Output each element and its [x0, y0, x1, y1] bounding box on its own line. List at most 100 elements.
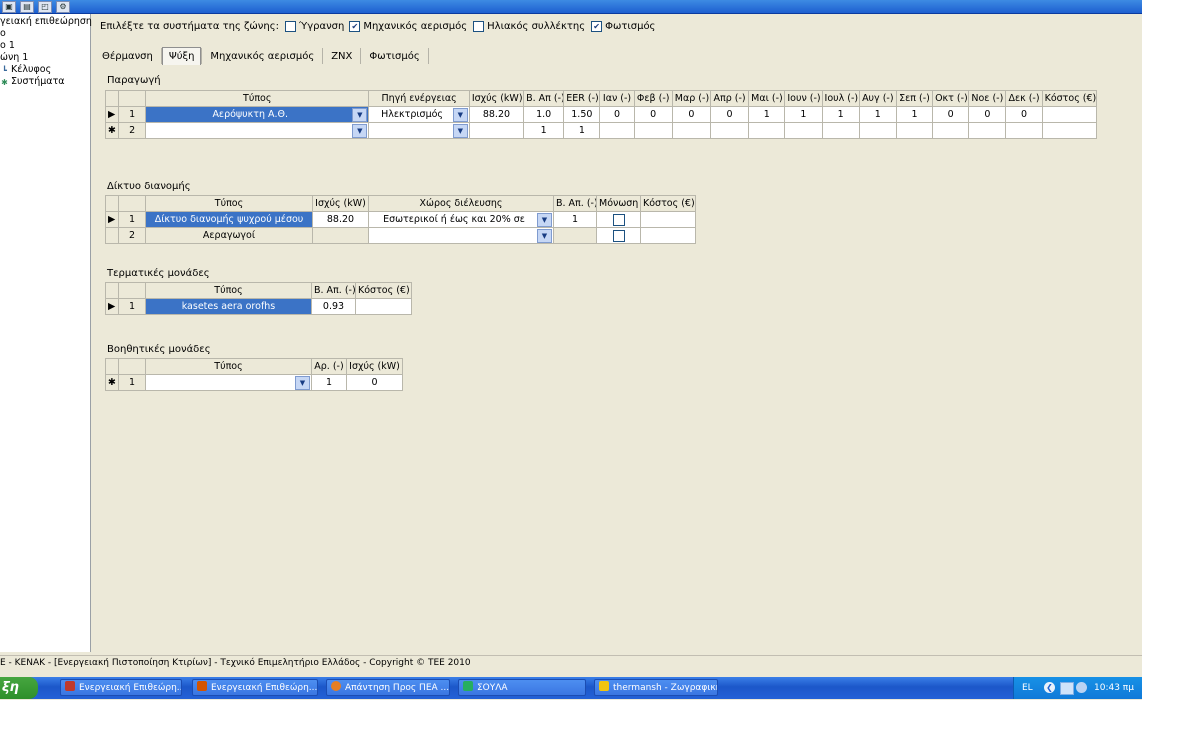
ba-cell[interactable] [553, 227, 597, 244]
month-cell[interactable] [895, 122, 934, 139]
chevron-down-icon[interactable]: ▼ [452, 124, 468, 138]
month-cell[interactable] [932, 122, 970, 139]
tab-lighting[interactable]: Φωτισμός [361, 49, 427, 64]
humidification-checkbox[interactable] [284, 21, 296, 32]
ba-cell[interactable]: 0.93 [311, 298, 356, 315]
column-header[interactable]: Ιαν (-) [599, 90, 635, 107]
network-icon[interactable] [1060, 682, 1074, 695]
preview-icon[interactable]: ◰ [38, 0, 52, 13]
tree-item-systems[interactable]: ✱ Συστήματα [0, 76, 64, 88]
column-header[interactable]: Β. Απ (-) [523, 90, 565, 107]
power-cell[interactable]: 0 [346, 374, 403, 391]
column-header[interactable]: Οκτ (-) [932, 90, 970, 107]
month-cell[interactable] [858, 122, 897, 139]
energy-source-dropdown[interactable]: Ηλεκτρισμός ▼ [368, 106, 470, 123]
save-icon[interactable]: ▤ [20, 0, 34, 13]
chevron-down-icon[interactable]: ▼ [452, 108, 468, 122]
taskbar-button[interactable]: thermansh - Ζωγραφική [594, 679, 718, 696]
month-cell[interactable]: 0 [968, 106, 1007, 123]
month-cell[interactable]: 0 [1005, 106, 1043, 123]
column-header[interactable]: Τύπος [145, 282, 312, 299]
month-cell[interactable] [633, 122, 673, 139]
auxiliary-units-grid[interactable]: Τύπος Αρ. (-) Ισχύς (kW) ✱ 1 ▼ 1 0 [105, 358, 403, 391]
type-cell[interactable]: Δίκτυο διανομής ψυχρού μέσου [145, 211, 313, 228]
column-header[interactable]: Μαι (-) [748, 90, 786, 107]
new-row-marker[interactable]: ✱ [105, 374, 119, 391]
month-cell[interactable]: 0 [709, 106, 750, 123]
tree-item-building-1[interactable]: ο 1 [0, 40, 15, 52]
month-cell[interactable]: 1 [821, 106, 860, 123]
chevron-down-icon[interactable]: ▼ [537, 229, 552, 243]
column-header[interactable]: Φεβ (-) [633, 90, 673, 107]
column-header[interactable]: Σεπ (-) [895, 90, 934, 107]
start-button[interactable]: ξη [0, 677, 38, 699]
table-row[interactable]: ✱ 1 ▼ 1 0 [105, 374, 403, 391]
month-cell[interactable] [599, 122, 635, 139]
month-cell[interactable]: 0 [671, 106, 711, 123]
passage-space-dropdown[interactable]: ▼ [368, 227, 554, 244]
ba-cell[interactable]: 1 [523, 122, 565, 139]
column-header[interactable]: Χώρος διέλευσης [368, 195, 554, 212]
taskbar-button[interactable]: Ενεργειακή Επιθεώρη... [192, 679, 318, 696]
passage-space-dropdown[interactable]: Εσωτερικοί ή έως και 20% σε ▼ [368, 211, 554, 228]
eer-cell[interactable]: 1.50 [563, 106, 601, 123]
column-header[interactable]: Ισχύς (kW) [346, 358, 403, 375]
month-cell[interactable]: 0 [633, 106, 673, 123]
cost-cell[interactable] [640, 211, 696, 228]
month-cell[interactable]: 1 [748, 106, 786, 123]
column-header[interactable]: Αρ. (-) [311, 358, 347, 375]
count-cell[interactable]: 1 [311, 374, 347, 391]
terminal-units-grid[interactable]: Τύπος Β. Απ. (-) Κόστος (€) ▶ 1 kasetes … [105, 282, 412, 315]
chevron-down-icon[interactable]: ▼ [352, 108, 368, 122]
tree-item-building[interactable]: ο [0, 28, 6, 40]
chevron-down-icon[interactable]: ▼ [537, 213, 552, 227]
column-header[interactable]: Ισχύς (kW) [312, 195, 369, 212]
month-cell[interactable] [671, 122, 711, 139]
column-header[interactable]: Β. Απ. (-) [311, 282, 356, 299]
month-cell[interactable] [1005, 122, 1043, 139]
table-row[interactable]: ▶ 1 Αερόψυκτη Α.Θ. ▼ Ηλεκτρισμός ▼ 88.20 1… [104, 106, 1098, 123]
column-header[interactable]: Μαρ (-) [671, 90, 711, 107]
month-cell[interactable]: 1 [895, 106, 934, 123]
row-marker[interactable]: ▶ [105, 211, 119, 228]
column-header[interactable]: Τύπος [145, 195, 313, 212]
tab-cooling[interactable]: Ψύξη [161, 47, 202, 65]
tree-item-envelope[interactable]: ┗ Κέλυφος [0, 64, 51, 76]
month-cell[interactable]: 0 [932, 106, 970, 123]
cost-cell[interactable] [355, 298, 412, 315]
tree-item-zone-1[interactable]: ώνη 1 [0, 52, 28, 64]
column-header[interactable]: Μόνωση [596, 195, 641, 212]
solar-collector-checkbox[interactable] [473, 21, 485, 32]
settings-icon[interactable]: ⚙ [56, 0, 70, 13]
month-cell[interactable] [709, 122, 750, 139]
chevron-down-icon[interactable]: ▼ [352, 124, 368, 138]
ba-cell[interactable]: 1 [553, 211, 597, 228]
month-cell[interactable] [748, 122, 786, 139]
row-marker[interactable]: ▶ [104, 106, 120, 123]
ba-cell[interactable]: 1.0 [523, 106, 565, 123]
insulation-checkbox[interactable] [612, 213, 625, 226]
tray-arrow-icon[interactable]: ❮ [1044, 682, 1055, 693]
column-header[interactable]: Τύπος [145, 90, 370, 107]
language-indicator[interactable]: EL [1022, 677, 1033, 699]
mechanical-ventilation-checkbox[interactable] [349, 21, 361, 32]
power-cell[interactable] [468, 122, 525, 139]
tree-item-energy-inspection[interactable]: γειακή επιθεώρηση [0, 16, 92, 28]
column-header[interactable]: Ιουλ (-) [821, 90, 860, 107]
column-header[interactable]: Πηγή ενέργειας [368, 90, 470, 107]
column-header[interactable]: Δεκ (-) [1005, 90, 1043, 107]
taskbar-button[interactable]: ΣΟΥΛΑ [458, 679, 586, 696]
column-header[interactable]: Τύπος [145, 358, 312, 375]
cost-cell[interactable] [1041, 106, 1098, 123]
type-dropdown[interactable]: ▼ [145, 122, 370, 139]
tab-heating[interactable]: Θέρμανση [100, 49, 161, 64]
month-cell[interactable]: 0 [599, 106, 635, 123]
cost-cell[interactable] [640, 227, 696, 244]
table-row[interactable]: ▶ 1 Δίκτυο διανομής ψυχρού μέσου 88.20 Ε… [105, 211, 696, 228]
production-grid[interactable]: Τύπος Πηγή ενέργειας Ισχύς (kW) Β. Απ (-… [104, 90, 1098, 139]
column-header[interactable]: Ιουν (-) [784, 90, 823, 107]
month-cell[interactable]: 1 [784, 106, 823, 123]
column-header[interactable]: Β. Απ. (-) [553, 195, 597, 212]
table-row[interactable]: 2 Αεραγωγοί ▼ [105, 227, 696, 244]
power-cell[interactable]: 88.20 [312, 211, 369, 228]
